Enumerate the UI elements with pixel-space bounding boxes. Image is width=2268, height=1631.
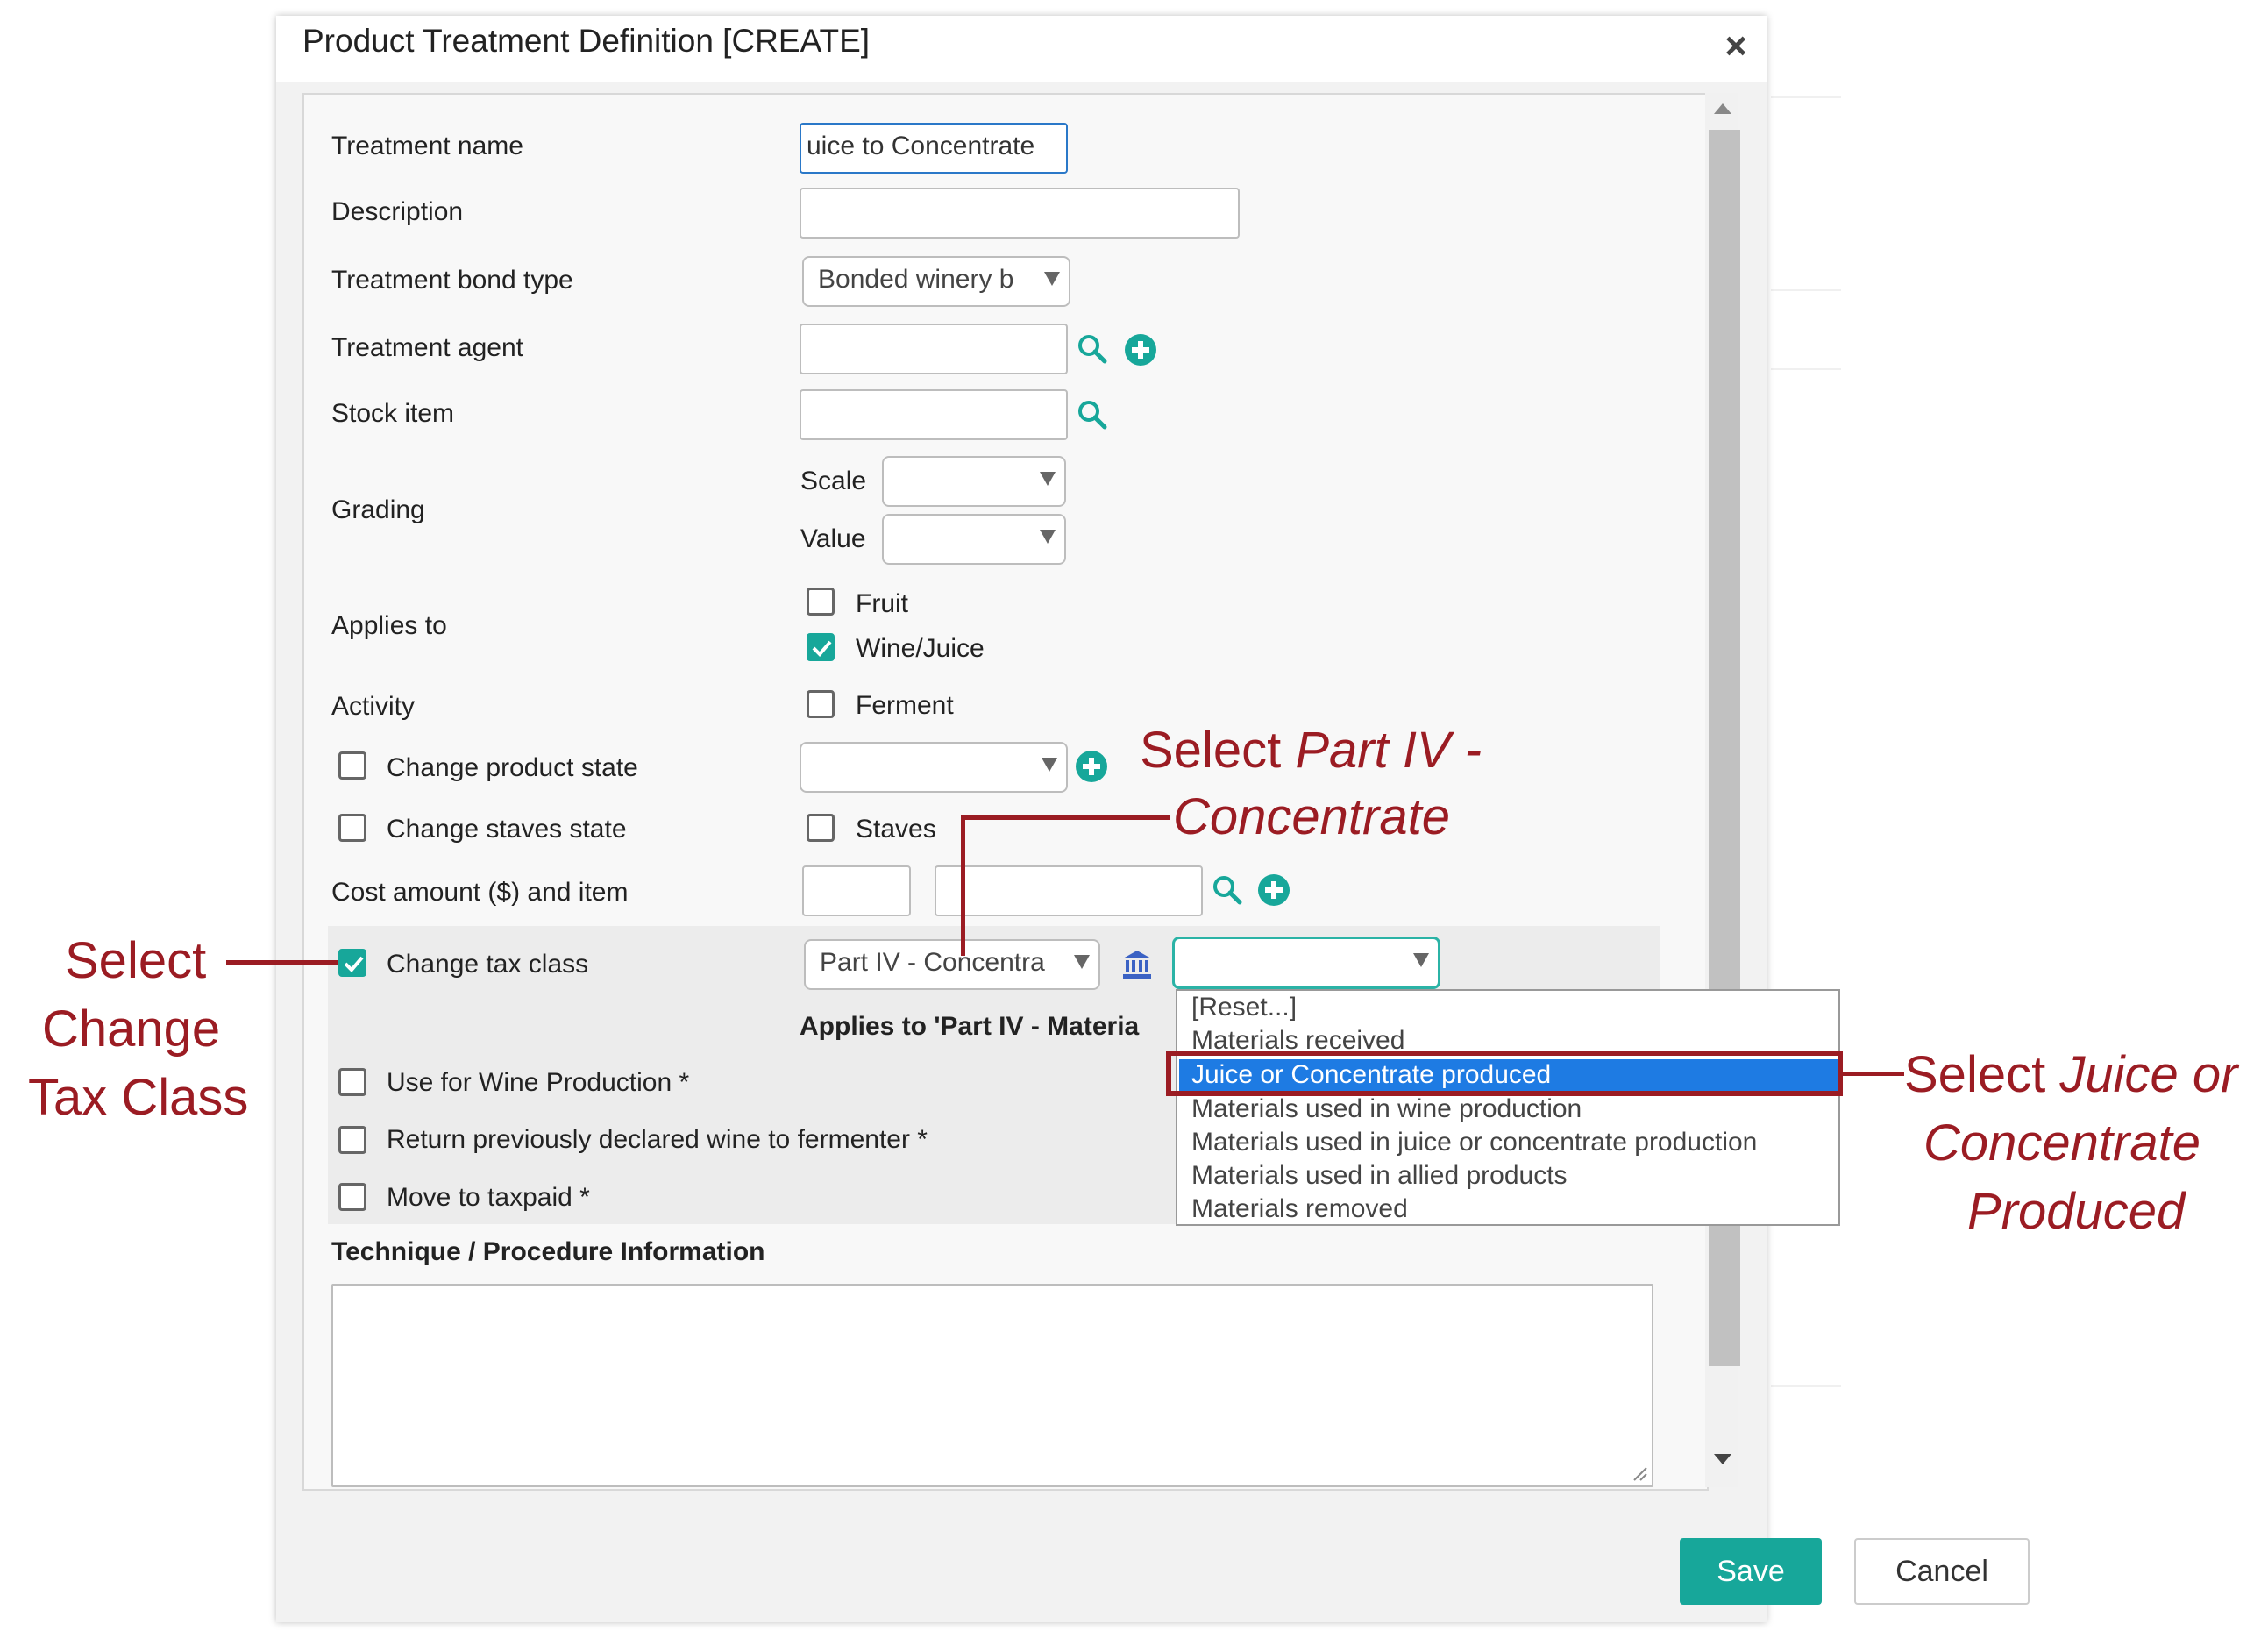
fruit-label: Fruit [856,589,908,618]
stock-item-input[interactable] [800,389,1068,440]
dropdown-item-used-in-juice[interactable]: Materials used in juice or concentrate p… [1191,1128,1757,1157]
dialog-title: Product Treatment Definition [CREATE] [302,23,871,59]
scroll-down-icon[interactable] [1714,1454,1731,1464]
change-tax-class-label: Change tax class [387,950,589,979]
bond-type-select[interactable]: Bonded winery b [802,256,1070,307]
wine-juice-checkbox[interactable] [807,633,835,661]
background-divider [1771,368,1841,370]
fruit-checkbox[interactable] [807,588,835,616]
caret-down-icon [1044,272,1060,286]
grading-label: Grading [331,495,425,524]
annotation-connector-right [1843,1072,1904,1076]
wine-production-checkbox[interactable] [338,1068,366,1096]
dropdown-item-used-in-allied[interactable]: Materials used in allied products [1191,1161,1568,1191]
treatment-name-input[interactable]: uice to Concentrate [800,123,1068,174]
caret-down-icon [1042,758,1057,772]
resize-grip-icon[interactable] [1631,1464,1648,1482]
background-divider [1771,289,1841,291]
background-divider [1771,1385,1841,1387]
change-product-state-label: Change product state [387,753,638,782]
dialog-titlebar: Product Treatment Definition [CREATE] × [276,16,1767,82]
cost-amount-input[interactable] [802,865,911,916]
add-circle-icon[interactable] [1124,333,1157,367]
description-input[interactable] [800,188,1240,239]
bank-icon[interactable] [1121,949,1153,980]
wine-juice-label: Wine/Juice [856,634,985,663]
tax-class-select[interactable]: Part IV - Concentra [804,939,1100,990]
save-button[interactable]: Save [1680,1538,1822,1605]
activity-label: Activity [331,692,416,721]
agent-label: Treatment agent [331,333,524,362]
change-staves-state-checkbox[interactable] [338,814,366,842]
caret-down-icon [1074,955,1090,969]
cost-label: Cost amount ($) and item [331,878,629,907]
annotation-top-line2: Concentrate [1173,788,1450,845]
dropdown-item-used-in-wine[interactable]: Materials used in wine production [1191,1094,1582,1124]
search-icon[interactable] [1077,333,1108,365]
stock-item-label: Stock item [331,399,455,428]
checkmark-icon [344,956,364,972]
description-label: Description [331,197,464,226]
return-wine-checkbox[interactable] [338,1126,366,1154]
annotation-left-line3: Tax Class [28,1069,249,1126]
ferment-checkbox[interactable] [807,690,835,718]
highlight-box [1166,1051,1843,1096]
annotation-right-line3: Produced [1967,1183,2186,1240]
close-icon[interactable]: × [1724,25,1747,68]
return-wine-label: Return previously declared wine to ferme… [387,1125,928,1154]
add-circle-icon[interactable] [1075,750,1108,783]
change-tax-class-checkbox[interactable] [338,949,366,977]
staves-checkbox[interactable] [807,814,835,842]
treatment-name-value: uice to Concentrate [807,132,1035,160]
value-label: Value [800,524,866,553]
cancel-button[interactable]: Cancel [1854,1538,2030,1605]
agent-input[interactable] [800,324,1068,374]
search-icon[interactable] [1212,874,1243,906]
tax-class-value: Part IV - Concentra [820,948,1045,977]
tax-subclass-dropdown-list: [Reset...] Materials received Juice or C… [1176,989,1840,1226]
background-divider [1771,96,1841,98]
applies-to-label: Applies to [331,611,447,640]
caret-down-icon [1040,472,1056,486]
annotation-left-line2: Change [42,1001,221,1058]
search-icon[interactable] [1077,399,1108,431]
applies-note: Applies to 'Part IV - Materia [800,1012,1140,1041]
taxpaid-checkbox[interactable] [338,1183,366,1211]
ferment-label: Ferment [856,691,954,720]
value-select[interactable] [882,514,1066,565]
change-product-state-checkbox[interactable] [338,751,366,780]
annotation-connector-left [226,960,338,965]
annotation-right-line1: Select Juice or [1904,1046,2238,1103]
annotation-connector-top-h [963,816,1170,820]
staves-label: Staves [856,815,936,844]
checkmark-icon [812,640,832,657]
change-staves-state-label: Change staves state [387,815,627,844]
technique-textarea[interactable] [331,1284,1653,1487]
treatment-name-label: Treatment name [331,132,523,160]
annotation-left-line1: Select [65,932,207,989]
annotation-top-line1: Select Part IV - [1140,722,1482,779]
annotation-connector-top-v [961,816,965,956]
technique-label: Technique / Procedure Information [331,1237,765,1266]
scale-select[interactable] [882,456,1066,507]
cost-item-input[interactable] [935,865,1203,916]
wine-production-label: Use for Wine Production * [387,1068,690,1097]
scale-label: Scale [800,467,867,495]
taxpaid-label: Move to taxpaid * [387,1183,590,1212]
caret-down-icon [1040,530,1056,544]
add-circle-icon[interactable] [1257,873,1290,907]
scroll-up-icon[interactable] [1714,103,1731,114]
caret-down-icon [1413,953,1429,967]
annotation-right-line2: Concentrate [1923,1115,2200,1172]
dropdown-item-reset[interactable]: [Reset...] [1191,993,1297,1022]
product-state-select[interactable] [800,742,1068,793]
dropdown-item-materials-removed[interactable]: Materials removed [1191,1194,1408,1224]
bond-type-label: Treatment bond type [331,266,573,295]
bond-type-value: Bonded winery b [818,265,1014,294]
tax-subclass-select[interactable] [1172,937,1440,989]
